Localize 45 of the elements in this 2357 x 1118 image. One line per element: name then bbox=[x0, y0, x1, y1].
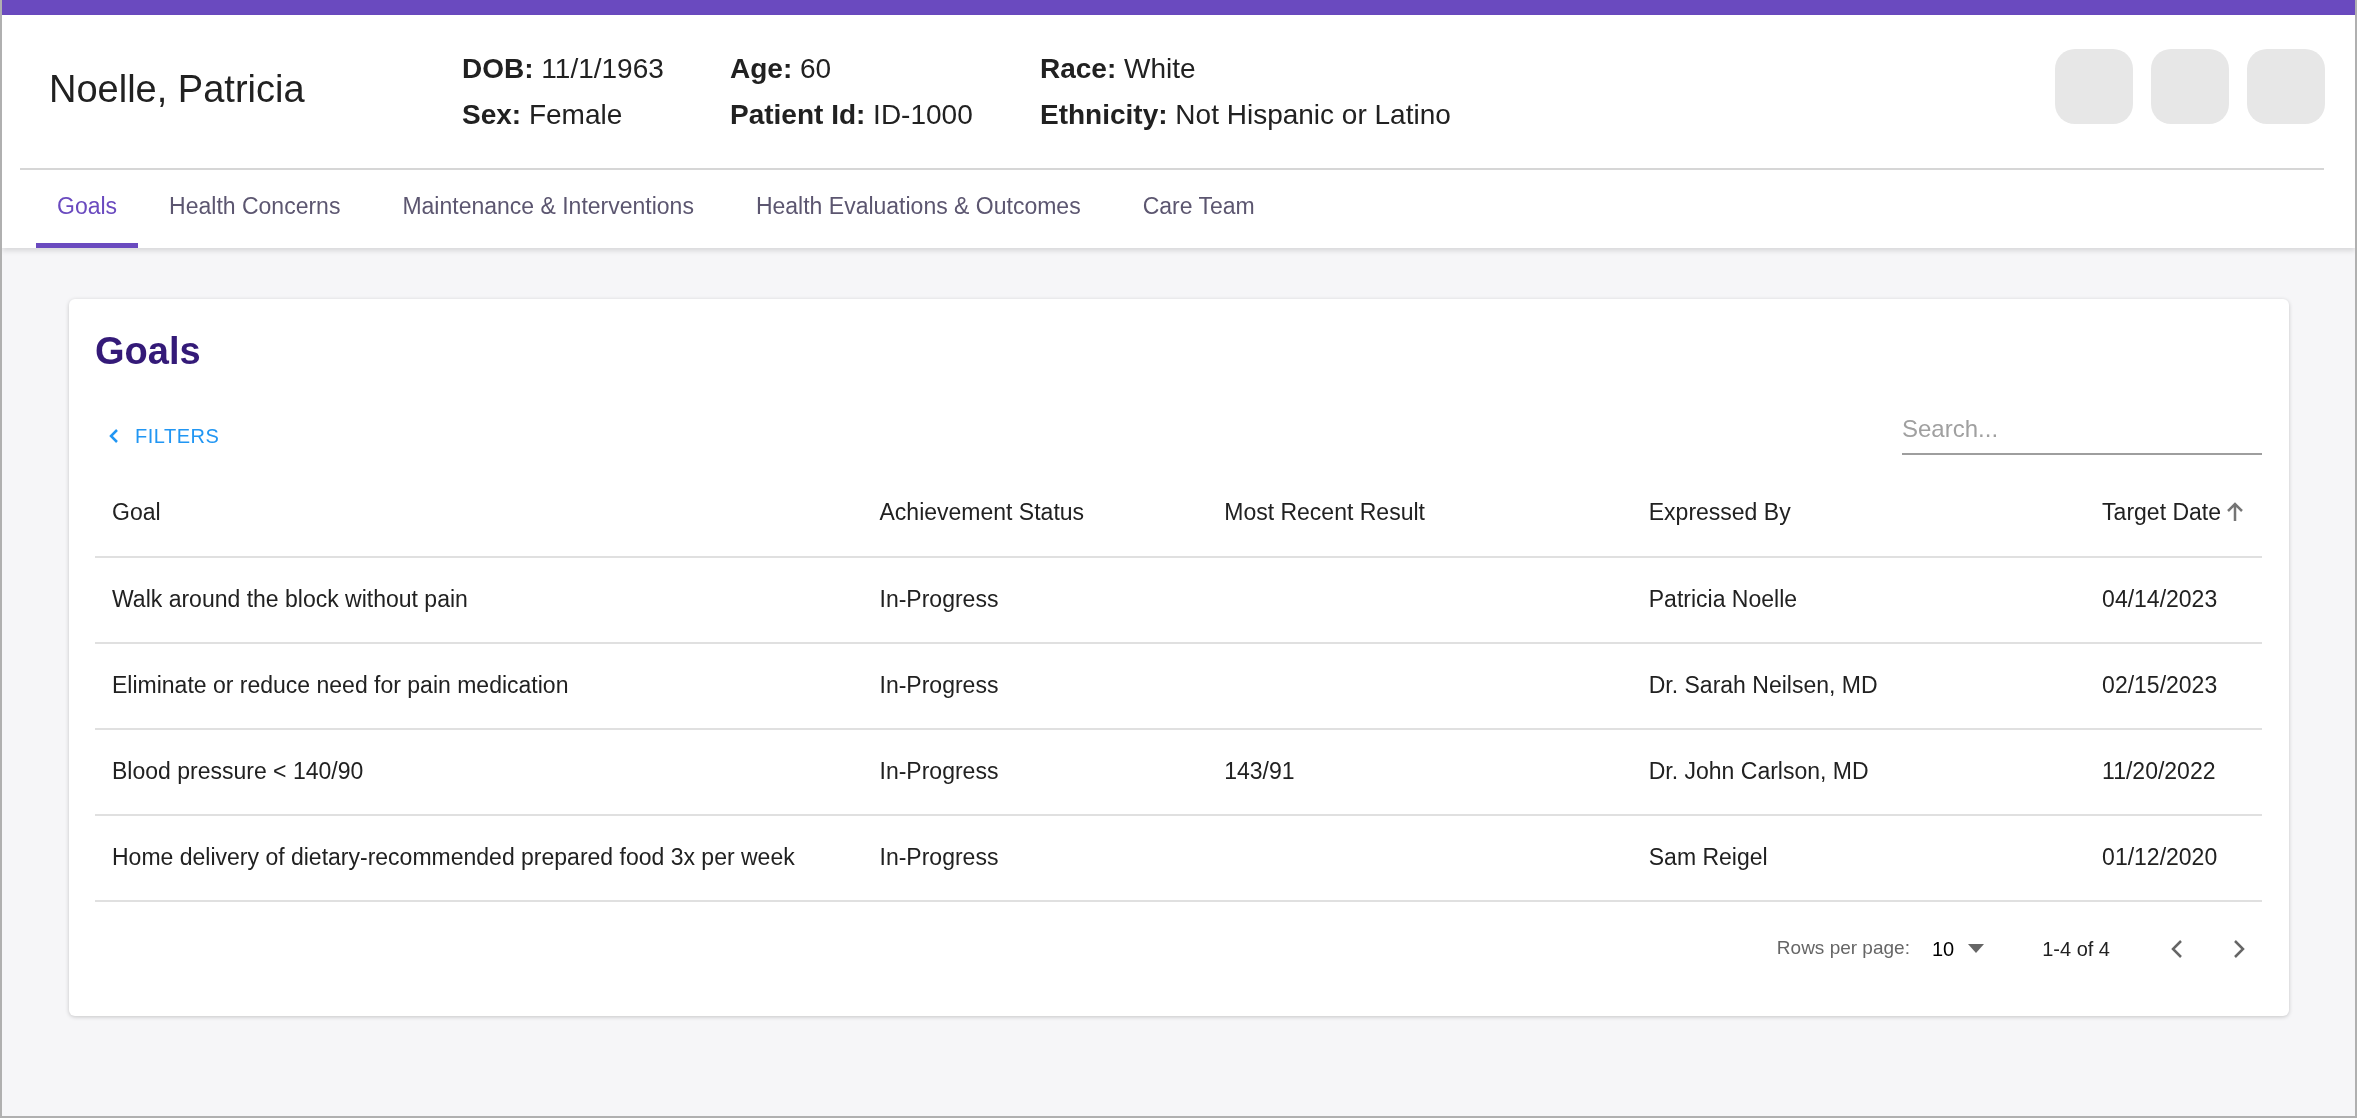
table-cell: 11/20/2022 bbox=[2102, 758, 2216, 785]
tab[interactable]: Health Concerns bbox=[138, 170, 372, 248]
patient-name: Noelle, Patricia bbox=[49, 67, 306, 112]
table-cell: 02/15/2023 bbox=[2102, 672, 2218, 699]
column-header: Goal bbox=[95, 468, 863, 557]
table-cell: Home delivery of dietary-recommended prepared food 3x per week bbox=[112, 844, 795, 871]
action-button[interactable] bbox=[2151, 49, 2229, 124]
action-button[interactable] bbox=[2247, 49, 2325, 124]
tab[interactable]: Maintenance & Interventions bbox=[371, 170, 725, 248]
table-cell: In-Progress bbox=[879, 844, 999, 871]
table-cell: In-Progress bbox=[879, 586, 999, 613]
tab[interactable]: Goals bbox=[36, 170, 139, 248]
table-cell: 01/12/2020 bbox=[2102, 844, 2218, 871]
table-cell: Eliminate or reduce need for pain medication bbox=[112, 672, 569, 699]
tab[interactable]: Health Evaluations & Outcomes bbox=[724, 170, 1112, 248]
column-header[interactable]: Target Date bbox=[2085, 468, 2262, 557]
panel-title: Goals bbox=[95, 329, 202, 374]
tab[interactable]: Care Team bbox=[1111, 170, 1286, 248]
table-cell: Sam Reigel bbox=[1648, 844, 1768, 871]
table-cell: Blood pressure < 140/90 bbox=[112, 758, 364, 785]
patient-detail: Age: 60 bbox=[730, 51, 833, 86]
table-cell: In-Progress bbox=[879, 758, 999, 785]
table-cell: Walk around the block without pain bbox=[112, 586, 468, 613]
column-header: Expressed By bbox=[1631, 468, 2086, 557]
chevron-left-icon bbox=[2170, 939, 2184, 960]
page-range: 1-4 of 4 bbox=[2042, 936, 2110, 962]
patient-detail: Race: White bbox=[1040, 51, 1197, 86]
table-cell: Dr. Sarah Neilsen, MD bbox=[1648, 672, 1878, 699]
table-cell: In-Progress bbox=[879, 672, 999, 699]
patient-detail: DOB: 11/1/1963 bbox=[462, 51, 665, 86]
column-header: Achievement Status bbox=[862, 468, 1208, 557]
patient-detail: Sex: Female bbox=[462, 97, 624, 132]
table-cell: Dr. John Carlson, MD bbox=[1648, 758, 1869, 785]
rows-per-page-label: Rows per page: bbox=[1776, 936, 1910, 961]
column-header: Most Recent Result bbox=[1207, 468, 1632, 557]
patient-detail: Ethnicity: Not Hispanic or Latino bbox=[1040, 97, 1451, 132]
table-cell: 04/14/2023 bbox=[2102, 586, 2218, 613]
chevron-left-icon bbox=[109, 427, 119, 444]
action-button[interactable] bbox=[2055, 49, 2133, 124]
chevron-right-icon bbox=[2232, 939, 2246, 960]
table-cell: 143/91 bbox=[1224, 758, 1295, 785]
dropdown-caret-icon bbox=[1968, 944, 1985, 954]
patient-detail: Patient Id: ID-1000 bbox=[730, 97, 974, 132]
table-cell: Patricia Noelle bbox=[1648, 586, 1798, 613]
rows-per-page-select[interactable]: 10 bbox=[1925, 932, 1991, 965]
